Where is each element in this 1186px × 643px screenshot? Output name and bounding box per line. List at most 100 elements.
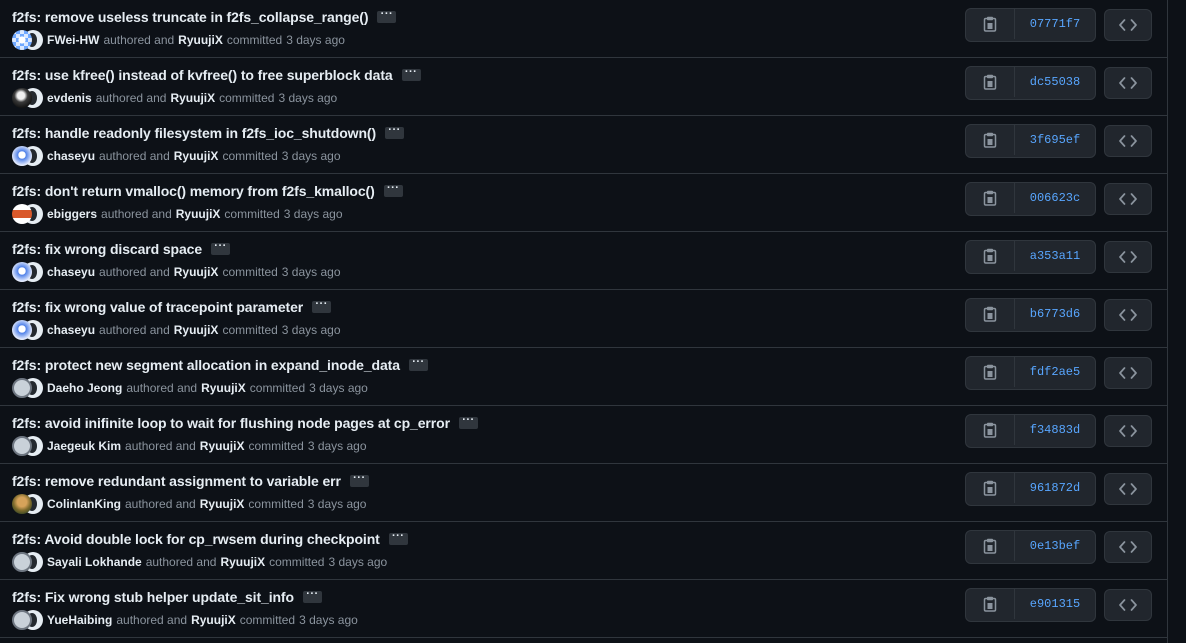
commit-sha-link[interactable]: 0e13bef xyxy=(1015,531,1095,561)
author-avatar[interactable] xyxy=(12,320,32,340)
browse-repo-button[interactable] xyxy=(1104,415,1152,447)
ellipsis-icon[interactable]: ··· xyxy=(385,125,405,139)
committer-name[interactable]: RyuujiX xyxy=(200,497,245,511)
authored-text: authored and xyxy=(99,323,170,337)
commit-sha-link[interactable]: fdf2ae5 xyxy=(1015,357,1095,387)
commit-sha-link[interactable]: 006623c xyxy=(1015,183,1095,213)
ellipsis-icon[interactable]: ··· xyxy=(302,589,322,603)
committer-name[interactable]: RyuujiX xyxy=(170,91,215,105)
committer-name[interactable]: RyuujiX xyxy=(176,207,221,221)
commit-title-link[interactable]: f2fs: use kfree() instead of kvfree() to… xyxy=(12,67,393,83)
ellipsis-icon[interactable]: ··· xyxy=(349,473,369,487)
ellipsis-icon[interactable]: ··· xyxy=(401,67,421,81)
commit-meta: ColinIanKing authored and RyuujiX commit… xyxy=(12,494,366,514)
commit-sha-link[interactable]: dc55038 xyxy=(1015,67,1095,97)
commit-sha-link[interactable]: a353a11 xyxy=(1015,241,1095,271)
committer-name[interactable]: RyuujiX xyxy=(220,555,265,569)
browse-repo-button[interactable] xyxy=(1104,9,1152,41)
clipboard-icon xyxy=(983,74,997,90)
committer-name[interactable]: RyuujiX xyxy=(200,439,245,453)
commit-sha-link[interactable]: f34883d xyxy=(1015,415,1095,445)
author-avatar[interactable] xyxy=(12,204,32,224)
author-name[interactable]: evdenis xyxy=(47,91,92,105)
commit-title-link[interactable]: f2fs: avoid inifinite loop to wait for f… xyxy=(12,415,450,431)
copy-sha-button[interactable] xyxy=(966,299,1015,329)
commit-title-line: f2fs: use kfree() instead of kvfree() to… xyxy=(12,67,421,83)
copy-sha-button[interactable] xyxy=(966,183,1015,213)
ellipsis-icon[interactable]: ··· xyxy=(388,531,408,545)
author-avatar[interactable] xyxy=(12,552,32,572)
commit-sha-link[interactable]: 07771f7 xyxy=(1015,9,1095,39)
commit-title-link[interactable]: f2fs: handle readonly filesystem in f2fs… xyxy=(12,125,376,141)
commit-title-link[interactable]: f2fs: remove redundant assignment to var… xyxy=(12,473,341,489)
commit-title-line: f2fs: remove redundant assignment to var… xyxy=(12,473,369,489)
copy-sha-button[interactable] xyxy=(966,531,1015,561)
committer-name[interactable]: RyuujiX xyxy=(201,381,246,395)
committer-name[interactable]: RyuujiX xyxy=(174,149,219,163)
author-name[interactable]: chaseyu xyxy=(47,265,95,279)
author-name[interactable]: chaseyu xyxy=(47,149,95,163)
committer-name[interactable]: RyuujiX xyxy=(191,613,236,627)
commit-title-link[interactable]: f2fs: remove useless truncate in f2fs_co… xyxy=(12,9,369,25)
commit-sha-link[interactable]: b6773d6 xyxy=(1015,299,1095,329)
browse-repo-button[interactable] xyxy=(1104,241,1152,273)
commit-title-link[interactable]: f2fs: Avoid double lock for cp_rwsem dur… xyxy=(12,531,380,547)
author-name[interactable]: YueHaibing xyxy=(47,613,112,627)
commit-title-link[interactable]: f2fs: don't return vmalloc() memory from… xyxy=(12,183,375,199)
browse-repo-button[interactable] xyxy=(1104,473,1152,505)
copy-sha-button[interactable] xyxy=(966,589,1015,619)
author-avatar[interactable] xyxy=(12,494,32,514)
author-avatar[interactable] xyxy=(12,146,32,166)
commit-list: f2fs: remove useless truncate in f2fs_co… xyxy=(0,0,1168,643)
copy-sha-button[interactable] xyxy=(966,125,1015,155)
ellipsis-icon[interactable]: ··· xyxy=(211,241,231,255)
author-name[interactable]: ebiggers xyxy=(47,207,97,221)
author-name[interactable]: Sayali Lokhande xyxy=(47,555,142,569)
browse-repo-button[interactable] xyxy=(1104,531,1152,563)
committer-name[interactable]: RyuujiX xyxy=(174,265,219,279)
ellipsis-icon[interactable]: ··· xyxy=(458,415,478,429)
browse-repo-button[interactable] xyxy=(1104,589,1152,621)
authored-text: authored and xyxy=(125,497,196,511)
copy-sha-button[interactable] xyxy=(966,67,1015,97)
author-avatar[interactable] xyxy=(12,378,32,398)
ellipsis-icon[interactable]: ··· xyxy=(377,9,397,23)
author-avatar[interactable] xyxy=(12,436,32,456)
author-avatar[interactable] xyxy=(12,610,32,630)
browse-repo-button[interactable] xyxy=(1104,67,1152,99)
browse-repo-button[interactable] xyxy=(1104,125,1152,157)
committed-text: committed xyxy=(222,323,278,337)
commit-title-link[interactable]: f2fs: fix wrong value of tracepoint para… xyxy=(12,299,303,315)
author-name[interactable]: FWei-HW xyxy=(47,33,99,47)
copy-sha-button[interactable] xyxy=(966,415,1015,445)
copy-sha-button[interactable] xyxy=(966,473,1015,503)
author-name[interactable]: chaseyu xyxy=(47,323,95,337)
ellipsis-icon[interactable]: ··· xyxy=(383,183,403,197)
author-name[interactable]: ColinIanKing xyxy=(47,497,121,511)
commit-meta: Daeho Jeong authored and RyuujiX committ… xyxy=(12,378,368,398)
author-avatar[interactable] xyxy=(12,30,32,50)
commit-time: 3 days ago xyxy=(307,497,367,511)
browse-repo-button[interactable] xyxy=(1104,357,1152,389)
committer-name[interactable]: RyuujiX xyxy=(178,33,223,47)
browse-repo-button[interactable] xyxy=(1104,183,1152,215)
sha-button-group: fdf2ae5 xyxy=(965,356,1096,390)
committer-name[interactable]: RyuujiX xyxy=(174,323,219,337)
ellipsis-icon[interactable]: ··· xyxy=(408,357,428,371)
commit-title-link[interactable]: f2fs: Fix wrong stub helper update_sit_i… xyxy=(12,589,294,605)
commit-sha-link[interactable]: 3f695ef xyxy=(1015,125,1095,155)
commit-sha-link[interactable]: e901315 xyxy=(1015,589,1095,619)
author-name[interactable]: Daeho Jeong xyxy=(47,381,122,395)
author-avatar[interactable] xyxy=(12,88,32,108)
author-name[interactable]: Jaegeuk Kim xyxy=(47,439,121,453)
author-avatar[interactable] xyxy=(12,262,32,282)
browse-repo-button[interactable] xyxy=(1104,299,1152,331)
commit-title-link[interactable]: f2fs: fix wrong discard space xyxy=(12,241,202,257)
avatar-stack xyxy=(12,30,43,50)
commit-title-link[interactable]: f2fs: protect new segment allocation in … xyxy=(12,357,400,373)
ellipsis-icon[interactable]: ··· xyxy=(312,299,332,313)
copy-sha-button[interactable] xyxy=(966,241,1015,271)
copy-sha-button[interactable] xyxy=(966,357,1015,387)
copy-sha-button[interactable] xyxy=(966,9,1015,39)
commit-sha-link[interactable]: 961872d xyxy=(1015,473,1095,503)
